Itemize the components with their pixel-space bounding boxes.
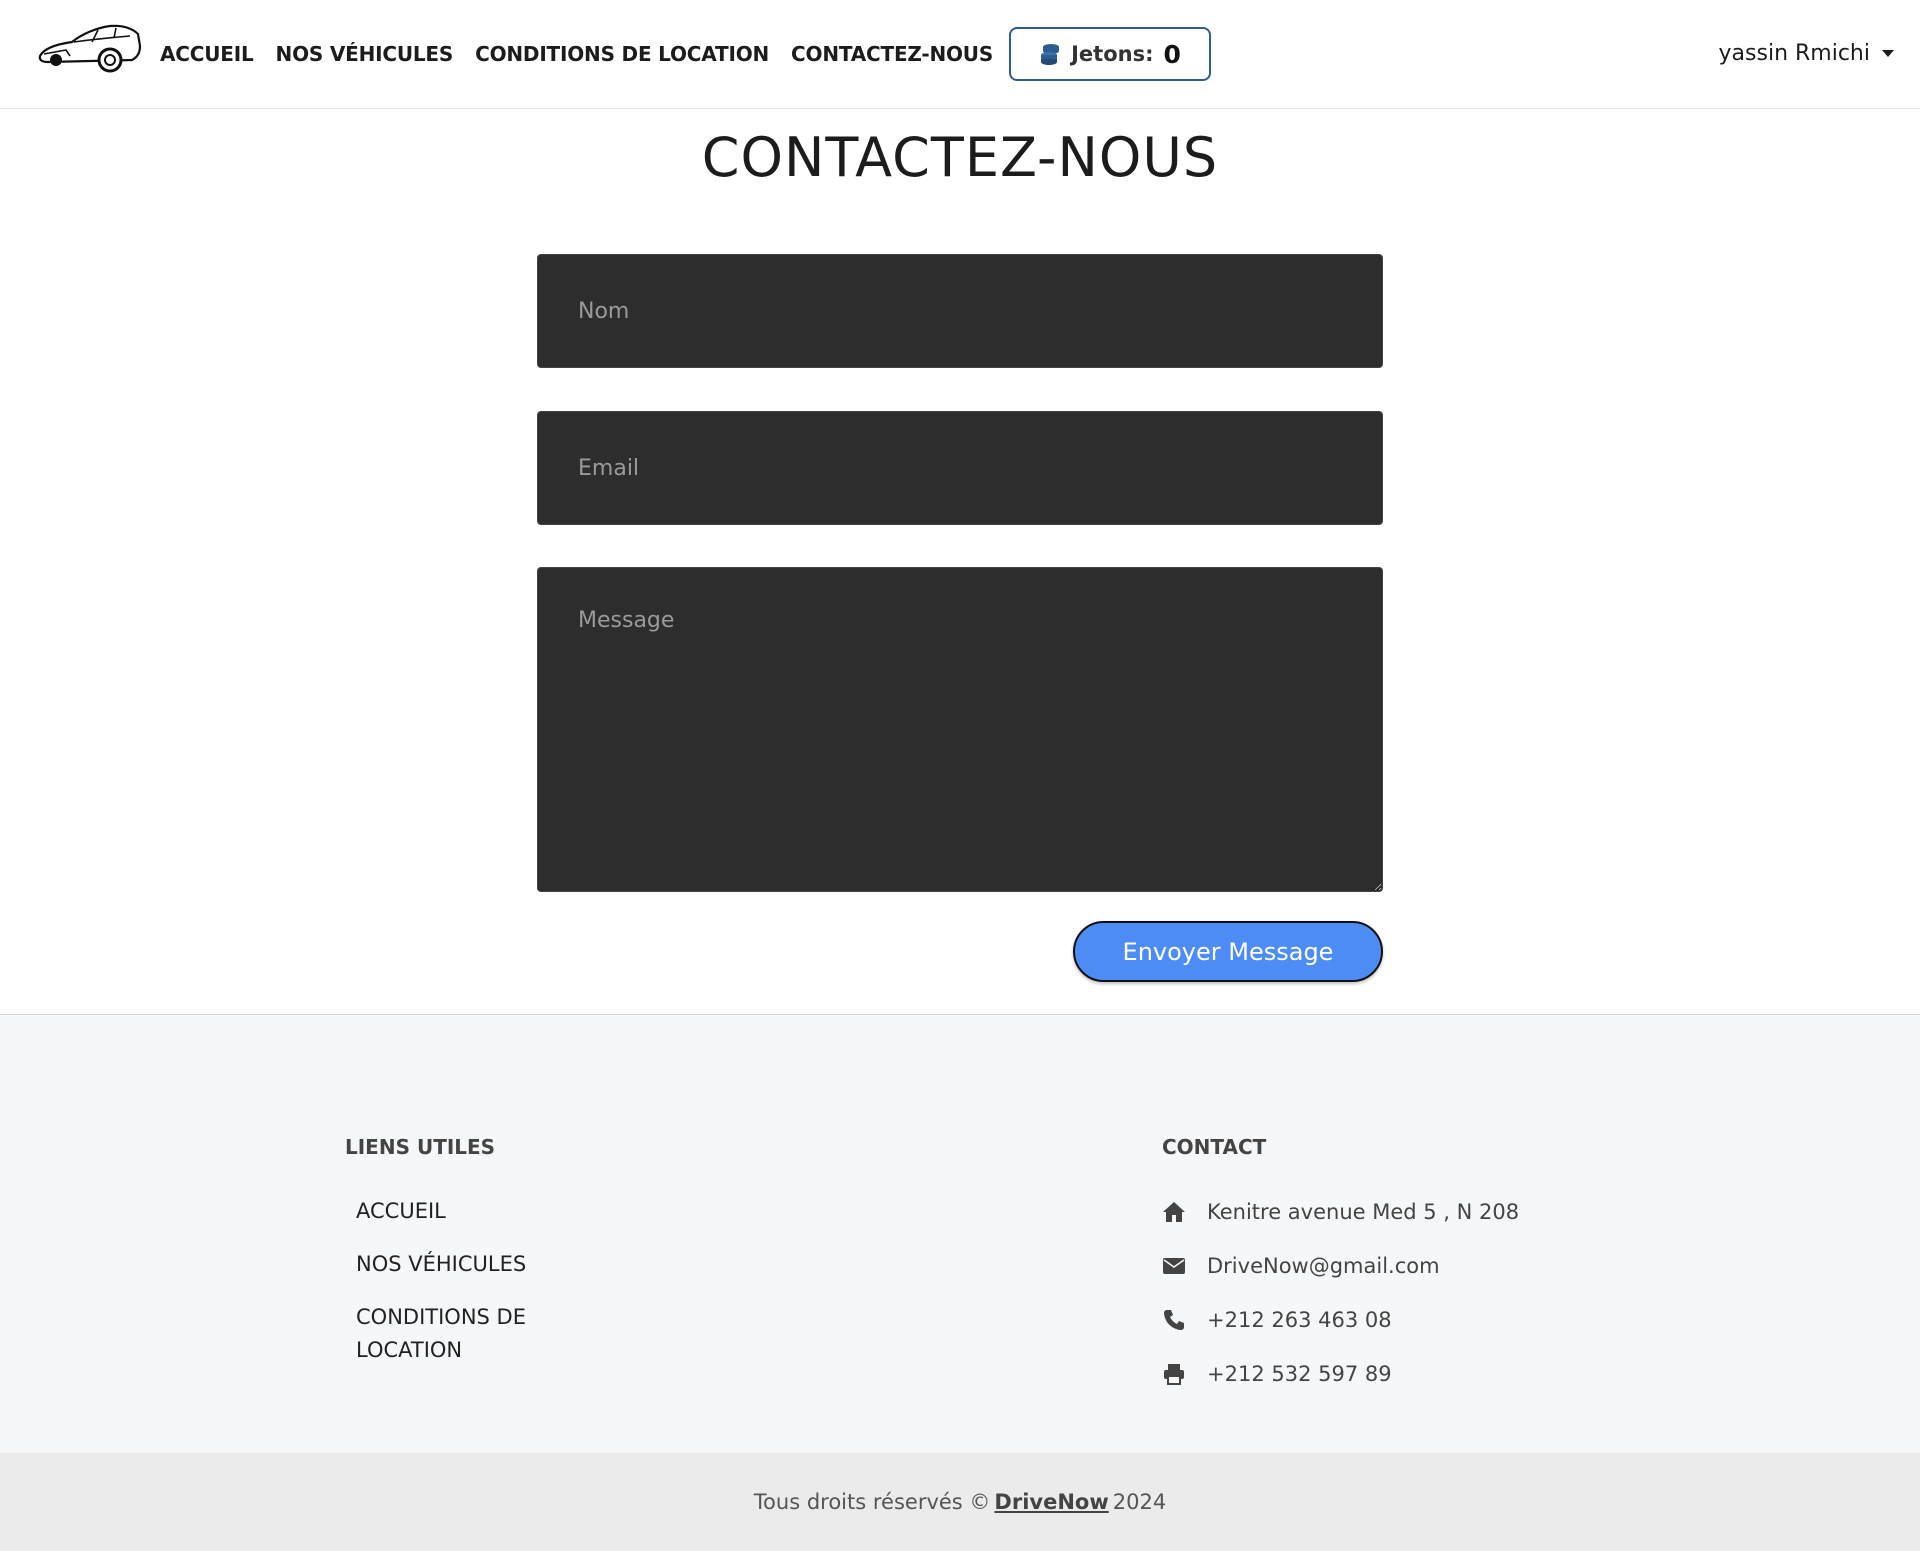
footer-link-vehicules[interactable]: NOS VÉHICULES [356, 1248, 576, 1281]
contact-heading: CONTACT [1162, 1135, 1267, 1159]
printer-icon [1161, 1362, 1187, 1386]
nav-contact[interactable]: CONTACTEZ-NOUS [791, 42, 993, 66]
email-field[interactable] [537, 411, 1383, 525]
jetons-count: 0 [1163, 39, 1181, 69]
nav-accueil[interactable]: ACCUEIL [160, 42, 254, 66]
envelope-icon [1161, 1254, 1187, 1278]
coins-icon [1041, 44, 1060, 65]
navbar: ACCUEIL NOS VÉHICULES CONDITIONS DE LOCA… [0, 0, 1920, 109]
contact-fax-text: +212 532 597 89 [1207, 1362, 1392, 1386]
phone-icon [1161, 1308, 1187, 1332]
contact-address: Kenitre avenue Med 5 , N 208 [1161, 1195, 1519, 1229]
contact-address-text: Kenitre avenue Med 5 , N 208 [1207, 1200, 1520, 1224]
copyright-year: 2024 [1112, 1490, 1167, 1514]
nav-vehicules[interactable]: NOS VÉHICULES [276, 42, 454, 66]
footer-links-list: ACCUEIL NOS VÉHICULES CONDITIONS DE LOCA… [356, 1195, 576, 1387]
contact-phone: +212 263 463 08 [1161, 1303, 1519, 1337]
jetons-badge[interactable]: Jetons: 0 [1009, 27, 1211, 81]
contact-list: Kenitre avenue Med 5 , N 208 DriveNow@gm… [1161, 1195, 1519, 1411]
contact-phone-text: +212 263 463 08 [1207, 1308, 1392, 1332]
user-name: yassin Rmichi [1718, 41, 1870, 66]
jetons-label: Jetons: [1071, 42, 1154, 66]
name-field[interactable] [537, 254, 1383, 368]
contact-email: DriveNow@gmail.com [1161, 1249, 1519, 1283]
footer: LIENS UTILES ACCUEIL NOS VÉHICULES CONDI… [0, 1014, 1920, 1454]
user-menu-dropdown[interactable]: yassin Rmichi [1719, 0, 1894, 107]
home-icon [1161, 1200, 1187, 1224]
contact-email-text: DriveNow@gmail.com [1207, 1254, 1440, 1278]
footer-link-accueil[interactable]: ACCUEIL [356, 1195, 576, 1228]
footer-link-conditions[interactable]: CONDITIONS DE LOCATION [356, 1301, 576, 1367]
nav-conditions[interactable]: CONDITIONS DE LOCATION [475, 42, 769, 66]
message-field[interactable] [537, 567, 1383, 892]
main-nav: ACCUEIL NOS VÉHICULES CONDITIONS DE LOCA… [160, 0, 1015, 107]
page-title: CONTACTEZ-NOUS [701, 126, 1219, 189]
send-message-button[interactable]: Envoyer Message [1073, 921, 1383, 982]
brand-link[interactable]: DriveNow [994, 1490, 1108, 1514]
contact-fax: +212 532 597 89 [1161, 1357, 1519, 1391]
copyright-prefix: Tous droits réservés © [753, 1490, 991, 1514]
car-logo-icon[interactable] [36, 20, 142, 80]
copyright-bar: Tous droits réservés © DriveNow 2024 [0, 1453, 1920, 1551]
useful-links-heading: LIENS UTILES [345, 1135, 496, 1159]
chevron-down-icon [1882, 50, 1894, 57]
